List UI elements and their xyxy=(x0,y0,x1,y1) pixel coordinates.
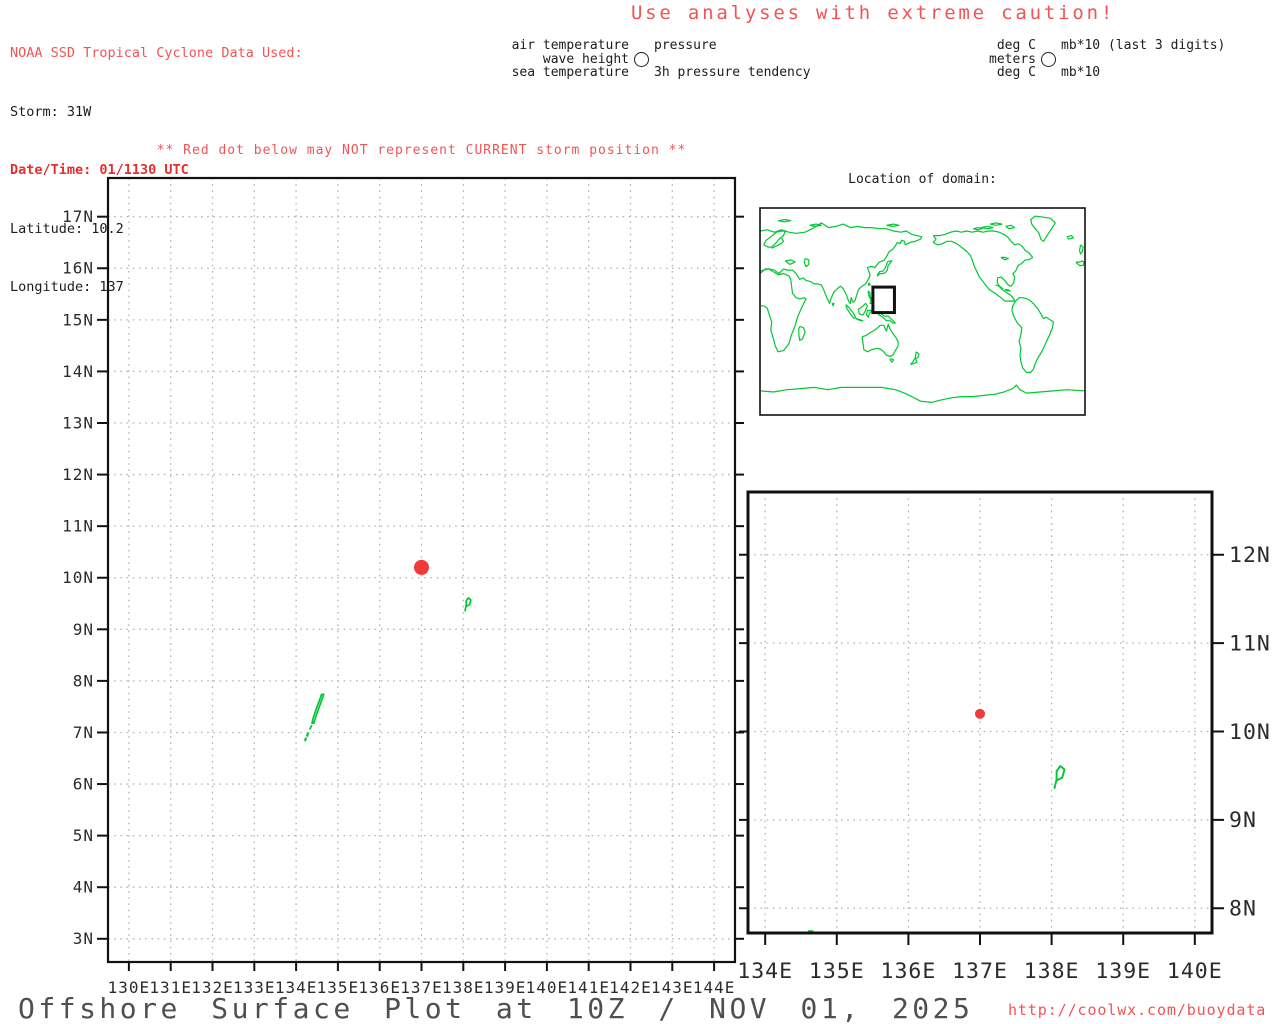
coastline xyxy=(1066,235,1074,240)
main-map-y-tick-label: 11N xyxy=(62,517,94,536)
coastline xyxy=(798,325,806,341)
main-map-y-tick-label: 17N xyxy=(62,207,94,226)
main-map-y-tick-label: 7N xyxy=(73,723,94,742)
coastline xyxy=(865,309,873,318)
zoom-map-y-tick-label: 12N xyxy=(1229,543,1271,568)
coastline xyxy=(845,304,857,319)
coastline xyxy=(1030,215,1056,242)
yap-coastline xyxy=(464,597,472,612)
coastline xyxy=(972,227,983,231)
main-map-y-tick-label: 4N xyxy=(73,878,94,897)
coastline xyxy=(784,259,796,265)
zoom-map-y-tick-label: 9N xyxy=(1229,808,1257,833)
main-map-y-tick-label: 13N xyxy=(62,413,94,432)
coastline xyxy=(861,323,899,357)
palau-tail-coastline xyxy=(789,985,792,990)
coastline xyxy=(777,218,792,223)
main-map-y-tick-label: 12N xyxy=(62,465,94,484)
coastline xyxy=(1005,224,1016,230)
source-url: http://coolwx.com/buoydata xyxy=(1008,1001,1267,1019)
zoom-map-x-tick-label: 139E xyxy=(1095,959,1151,984)
coastline xyxy=(995,284,1004,290)
zoom-map-x-tick-label: 136E xyxy=(881,959,937,984)
coastline xyxy=(876,312,897,324)
main-map-y-tick-label: 9N xyxy=(73,620,94,639)
coastline xyxy=(760,384,1085,403)
main-map-y-tick-label: 14N xyxy=(62,362,94,381)
world-map-frame xyxy=(759,207,1086,416)
zoom-map-x-tick-label: 140E xyxy=(1167,959,1223,984)
main-map-y-tick-label: 15N xyxy=(62,310,94,329)
coastline xyxy=(876,260,893,277)
coastline xyxy=(809,223,823,227)
coastline xyxy=(889,358,895,363)
world-locator-map xyxy=(759,207,1086,416)
main-map: 130E 131E 132E 133E 134E 135E 136E 137E 138E 139E… xyxy=(62,176,744,997)
zoom-map-x-tick-label: 134E xyxy=(737,959,793,984)
page-title: Offshore Surface Plot at 10Z / NOV 01, 2… xyxy=(18,992,974,1024)
coastline xyxy=(855,317,864,322)
coastline xyxy=(1011,297,1055,373)
coastline xyxy=(932,235,1015,302)
coastline xyxy=(867,282,871,286)
zoom-map-y-tick-label: 8N xyxy=(1229,897,1257,922)
coastline xyxy=(803,258,810,268)
storm-dot-main-map xyxy=(414,559,429,575)
domain-box xyxy=(871,285,896,315)
palau-tail-coastline xyxy=(309,724,313,730)
palau-islet-2-coastline xyxy=(304,737,307,742)
zoom-map-x-tick-label: 138E xyxy=(1024,959,1080,984)
coastline xyxy=(990,222,1003,226)
main-map-y-tick-label: 3N xyxy=(73,929,94,948)
main-map-islands xyxy=(304,597,472,742)
coastline xyxy=(1075,260,1085,267)
zoom-map-x-tick-label: 135E xyxy=(809,959,865,984)
main-map-y-tick-label: 16N xyxy=(62,259,94,278)
main-map-y-tick-label: 6N xyxy=(73,774,94,793)
palau-islet-1-coastline xyxy=(306,732,310,737)
zoom-map: 134E 135E 136E 137E 138E 139E 140E 8N 9N 10N 11N 12… xyxy=(737,490,1271,990)
storm-dot-zoom-map xyxy=(975,708,985,719)
zoom-map-axes: 134E 135E 136E 137E 138E 139E 140E 8N 9N 10N 11N 12… xyxy=(737,543,1271,984)
palau-babeldaob-coastline xyxy=(311,693,325,725)
main-map-y-tick-label: 5N xyxy=(73,826,94,845)
coastline xyxy=(1004,289,1011,292)
main-map-axes: 130E 131E 132E 133E 134E 135E 136E 137E 138E 139E… xyxy=(62,207,744,997)
yap-coastline xyxy=(1053,765,1066,790)
maps-canvas: 130E 131E 132E 133E 134E 135E 136E 137E 138E 139E… xyxy=(62,176,1271,997)
coastline xyxy=(910,351,920,365)
coastline xyxy=(771,237,785,249)
coastline xyxy=(1078,244,1084,255)
main-map-y-tick-label: 10N xyxy=(62,568,94,587)
coastline xyxy=(886,223,900,227)
zoom-map-y-tick-label: 11N xyxy=(1229,631,1271,656)
zoom-map-y-tick-label: 10N xyxy=(1229,720,1271,745)
coastline xyxy=(857,302,869,316)
coastline xyxy=(1000,256,1009,261)
zoom-map-x-tick-label: 137E xyxy=(952,959,1008,984)
world-coastlines xyxy=(759,215,1085,403)
coastline xyxy=(981,225,994,230)
coastline xyxy=(831,302,835,307)
main-map-y-tick-label: 8N xyxy=(73,671,94,690)
